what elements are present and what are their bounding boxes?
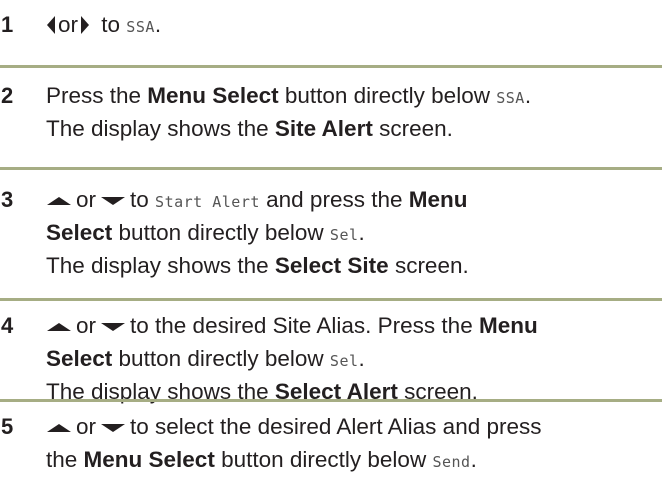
step-line: Select button directly below Sel. bbox=[46, 342, 656, 375]
text-run: to the desired Site Alias. Press the bbox=[130, 313, 479, 338]
right-arrow-icon bbox=[81, 16, 90, 34]
text-run: or bbox=[76, 187, 97, 212]
emphasis-text: Menu Select bbox=[83, 447, 215, 472]
up-arrow-icon bbox=[47, 424, 71, 432]
text-run: screen. bbox=[388, 253, 469, 278]
step-line: or to the desired Site Alias. Press the M… bbox=[46, 309, 656, 342]
display-text: SSA bbox=[496, 89, 525, 107]
step-line: The display shows the Site Alert screen. bbox=[46, 112, 656, 145]
text-run: or bbox=[76, 313, 97, 338]
display-text: Send bbox=[432, 453, 471, 471]
emphasis-text: Menu bbox=[478, 313, 538, 338]
emphasis-text: Select Site bbox=[274, 253, 389, 278]
text-run: screen. bbox=[372, 116, 453, 141]
text-run: . bbox=[358, 220, 365, 245]
text-run: button directly below bbox=[112, 220, 330, 245]
step-number: 2 bbox=[1, 83, 14, 108]
text-run: to select the desired Alert Alias and pr… bbox=[130, 414, 542, 439]
text-run: . bbox=[358, 346, 365, 371]
emphasis-text: Select bbox=[46, 346, 113, 371]
down-arrow-icon bbox=[101, 323, 126, 331]
step-number: 3 bbox=[1, 187, 14, 212]
step-text: or to the desired Site Alias. Press the M… bbox=[46, 309, 656, 408]
up-arrow-icon bbox=[47, 323, 71, 331]
step-line: The display shows the Select Site screen… bbox=[46, 249, 656, 282]
display-text: Start Alert bbox=[155, 193, 260, 211]
left-arrow-icon bbox=[47, 16, 55, 34]
text-run: . bbox=[470, 447, 477, 472]
step-line: or to select the desired Alert Alias and … bbox=[46, 410, 656, 443]
up-arrow-icon bbox=[47, 197, 71, 205]
step-line: or to Start Alert and press the Menu bbox=[46, 183, 656, 216]
step-text: or to SSA. bbox=[46, 8, 656, 41]
text-run: button directly below bbox=[278, 83, 497, 108]
display-text: Sel bbox=[329, 226, 359, 244]
text-run: to bbox=[130, 187, 156, 212]
text-run: and press the bbox=[259, 187, 409, 212]
text-run: . bbox=[154, 12, 162, 37]
text-run: the bbox=[46, 447, 84, 472]
display-text: Sel bbox=[329, 352, 359, 370]
text-run: button directly below bbox=[214, 447, 433, 472]
text-run: The display shows the bbox=[46, 116, 275, 141]
step-line: Select button directly below Sel. bbox=[46, 216, 656, 249]
step-number: 4 bbox=[1, 313, 14, 338]
text-run: to bbox=[95, 12, 127, 37]
down-arrow-icon bbox=[101, 197, 126, 205]
step-divider bbox=[0, 167, 662, 170]
step-line: the Menu Select button directly below Se… bbox=[46, 443, 656, 476]
step-text: or to select the desired Alert Alias and … bbox=[46, 410, 656, 476]
step-line: Press the Menu Select button directly be… bbox=[46, 79, 656, 112]
step-divider bbox=[0, 298, 662, 301]
emphasis-text: Menu Select bbox=[147, 83, 279, 108]
step-divider bbox=[0, 399, 662, 402]
step-text: or to Start Alert and press the Menu Selec… bbox=[46, 183, 656, 282]
text-run: . bbox=[524, 83, 532, 108]
down-arrow-icon bbox=[101, 424, 126, 432]
step-text: Press the Menu Select button directly be… bbox=[46, 79, 656, 145]
text-run: or bbox=[58, 12, 79, 37]
display-text: SSA bbox=[126, 18, 155, 36]
text-run: or bbox=[76, 414, 97, 439]
step-divider bbox=[0, 65, 662, 68]
emphasis-text: Menu bbox=[408, 187, 468, 212]
step-line: or to SSA. bbox=[46, 8, 656, 41]
emphasis-text: Select bbox=[46, 220, 113, 245]
text-run: button directly below bbox=[112, 346, 330, 371]
text-run: Press the bbox=[46, 83, 148, 108]
step-number: 5 bbox=[1, 414, 14, 439]
emphasis-text: Site Alert bbox=[274, 116, 373, 141]
step-number: 1 bbox=[1, 12, 14, 37]
text-run: The display shows the bbox=[46, 253, 275, 278]
step-line: The display shows the Select Alert scree… bbox=[46, 375, 656, 408]
